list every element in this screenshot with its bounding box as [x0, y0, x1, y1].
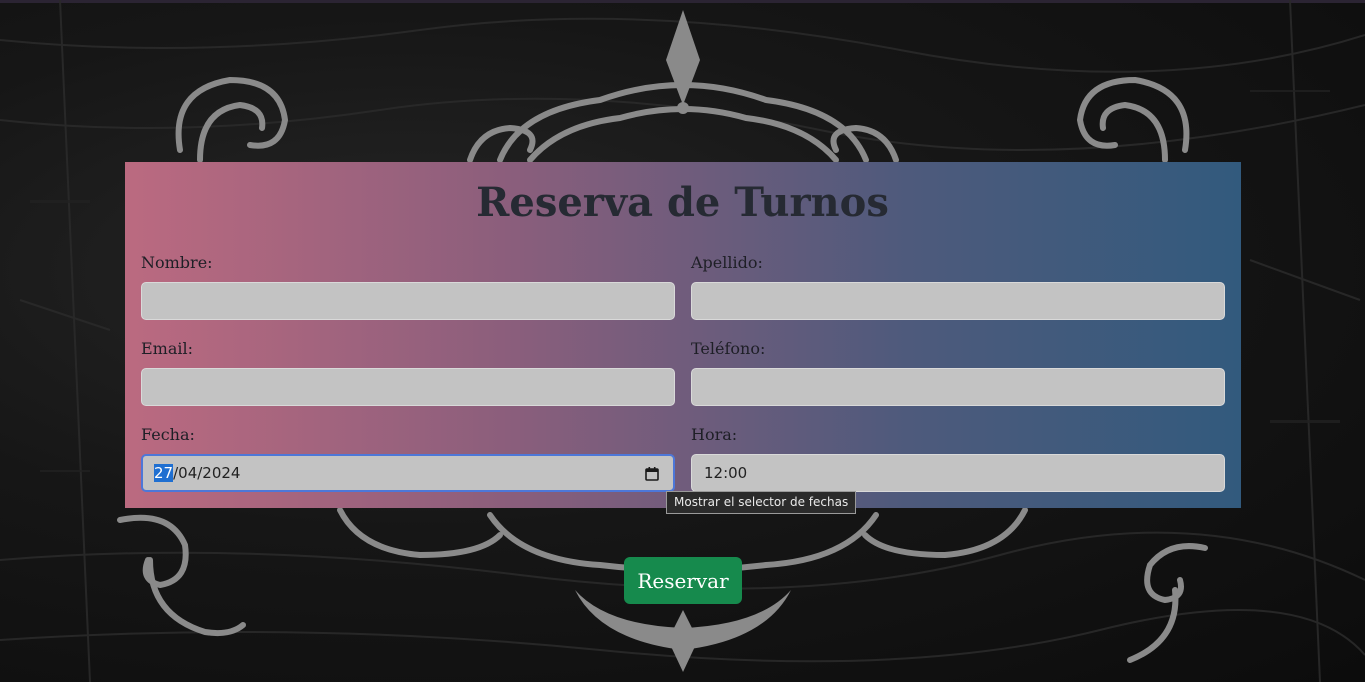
hora-time-input[interactable]: 12:00 [691, 454, 1225, 492]
nombre-label: Nombre: [141, 253, 213, 272]
date-picker-tooltip: Mostrar el selector de fechas [666, 491, 857, 514]
fecha-label: Fecha: [141, 425, 195, 444]
email-input[interactable] [141, 368, 675, 406]
apellido-label: Apellido: [691, 253, 763, 272]
fecha-date-input[interactable]: 27/04/2024 [141, 454, 675, 492]
form-title: Reserva de Turnos [476, 179, 889, 226]
fecha-day-segment[interactable]: 27 [154, 464, 174, 482]
apellido-input[interactable] [691, 282, 1225, 320]
nombre-input[interactable] [141, 282, 675, 320]
reservar-button[interactable]: Reservar [624, 557, 742, 604]
telefono-input[interactable] [691, 368, 1225, 406]
hora-label: Hora: [691, 425, 738, 444]
telefono-label: Teléfono: [691, 339, 766, 358]
fecha-month-year-segment[interactable]: /04/2024 [173, 464, 240, 482]
calendar-icon[interactable] [645, 467, 659, 481]
email-label: Email: [141, 339, 194, 358]
page-background: Reserva de Turnos Nombre: Apellido: Emai… [0, 0, 1365, 682]
